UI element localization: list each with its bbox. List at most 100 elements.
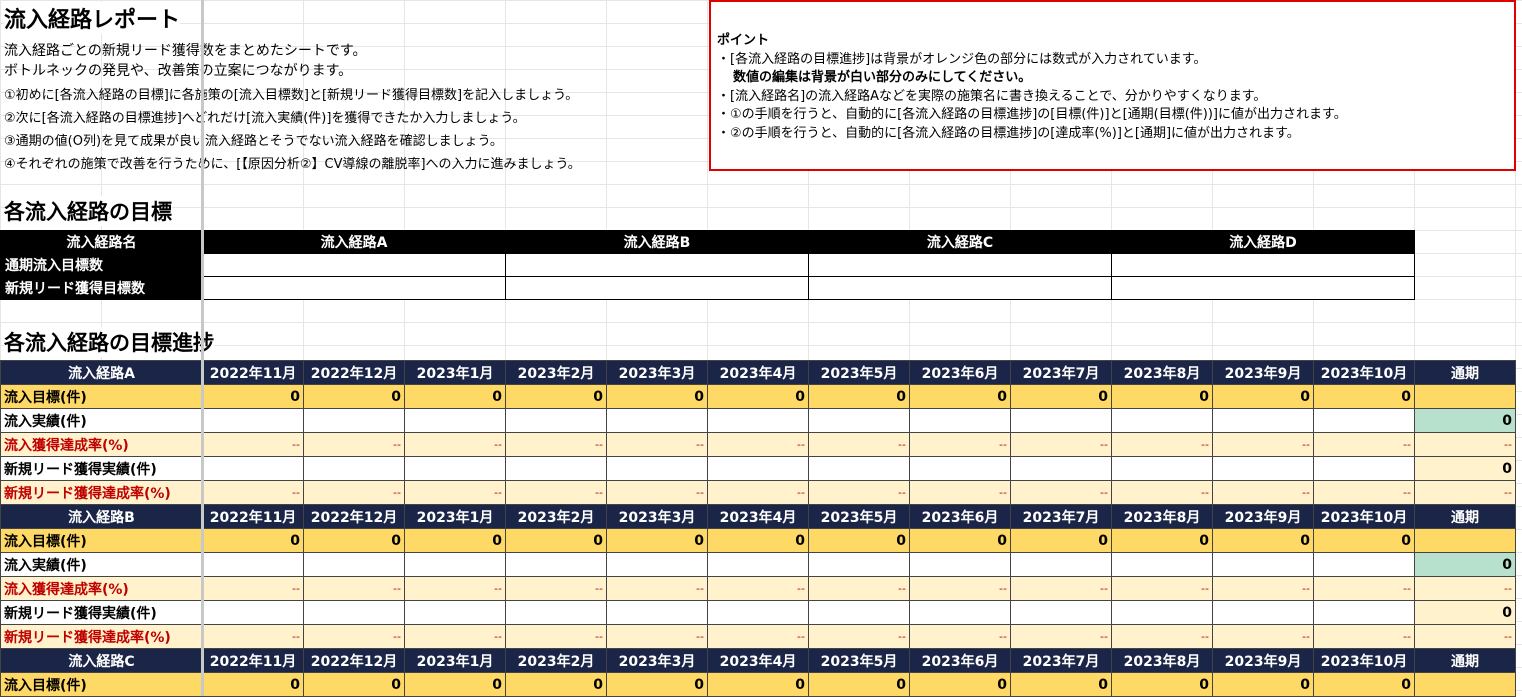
lead-value-cell[interactable]	[1010, 600, 1112, 625]
rate-value-cell[interactable]: --	[707, 432, 809, 457]
month-header-cell[interactable]: 2022年12月	[303, 360, 405, 385]
goal-inflow-cell[interactable]	[808, 253, 1112, 277]
actual-value-cell[interactable]	[606, 552, 708, 577]
actual-value-cell[interactable]	[303, 552, 405, 577]
target-value-cell[interactable]: 0	[303, 384, 405, 409]
target-value-cell[interactable]: 0	[606, 384, 708, 409]
goal-lead-cell[interactable]	[505, 276, 809, 300]
goal-header-label[interactable]: 流入経路名	[0, 230, 203, 254]
rate-value-cell[interactable]: --	[1313, 432, 1415, 457]
target-value-cell[interactable]: 0	[1111, 528, 1213, 553]
goal-inflow-cell[interactable]	[202, 253, 506, 277]
rate-value-cell[interactable]: --	[808, 480, 910, 505]
rate-value-cell[interactable]: --	[1414, 480, 1516, 505]
actual-value-cell[interactable]	[1111, 408, 1213, 433]
actual-value-cell[interactable]	[1111, 552, 1213, 577]
rate-value-cell[interactable]: --	[808, 576, 910, 601]
month-header-cell[interactable]: 2023年3月	[606, 648, 708, 673]
rate-value-cell[interactable]: --	[808, 432, 910, 457]
month-header-cell[interactable]: 2023年6月	[909, 360, 1011, 385]
actual-value-cell[interactable]	[1313, 552, 1415, 577]
rate-value-cell[interactable]: --	[1212, 576, 1314, 601]
target-value-cell[interactable]: 0	[505, 528, 607, 553]
goal-lead-cell[interactable]	[1111, 276, 1415, 300]
month-header-cell[interactable]: 2023年1月	[404, 360, 506, 385]
actual-value-cell[interactable]	[606, 408, 708, 433]
lead-value-cell[interactable]	[505, 600, 607, 625]
route-name-cell[interactable]: 流入経路C	[0, 648, 203, 673]
row-label-cell[interactable]: 新規リード獲得実績(件)	[0, 456, 203, 481]
rate-value-cell[interactable]: --	[202, 624, 304, 649]
actual-value-cell[interactable]	[909, 408, 1011, 433]
lead-value-cell[interactable]	[1111, 600, 1213, 625]
month-header-cell[interactable]: 2023年8月	[1111, 504, 1213, 529]
target-value-cell[interactable]: 0	[1212, 672, 1314, 697]
rate-value-cell[interactable]: --	[606, 624, 708, 649]
lead-value-cell[interactable]	[1313, 456, 1415, 481]
actual-value-cell[interactable]	[303, 408, 405, 433]
actual-value-cell[interactable]	[505, 408, 607, 433]
rate-value-cell[interactable]: --	[707, 576, 809, 601]
month-header-cell[interactable]: 2023年7月	[1010, 648, 1112, 673]
rate-value-cell[interactable]: --	[909, 432, 1011, 457]
target-value-cell[interactable]: 0	[909, 384, 1011, 409]
month-header-cell[interactable]: 2023年4月	[707, 504, 809, 529]
lead-value-cell[interactable]	[808, 600, 910, 625]
month-header-cell[interactable]: 2023年1月	[404, 504, 506, 529]
lead-value-cell[interactable]	[1010, 456, 1112, 481]
rate-value-cell[interactable]: --	[404, 624, 506, 649]
actual-value-cell[interactable]	[404, 408, 506, 433]
rate-value-cell[interactable]: --	[202, 576, 304, 601]
row-label-cell[interactable]: 流入目標(件)	[0, 672, 203, 697]
lead-value-cell[interactable]	[404, 456, 506, 481]
rate-value-cell[interactable]: --	[303, 576, 405, 601]
month-header-cell[interactable]: 2023年7月	[1010, 504, 1112, 529]
target-value-cell[interactable]	[1414, 672, 1516, 697]
total-header-cell[interactable]: 通期	[1414, 360, 1516, 385]
month-header-cell[interactable]: 2023年4月	[707, 648, 809, 673]
target-value-cell[interactable]: 0	[1010, 528, 1112, 553]
lead-value-cell[interactable]	[404, 600, 506, 625]
target-value-cell[interactable]: 0	[1111, 384, 1213, 409]
month-header-cell[interactable]: 2023年7月	[1010, 360, 1112, 385]
actual-value-cell[interactable]: 0	[1414, 408, 1516, 433]
rate-value-cell[interactable]: --	[909, 576, 1011, 601]
target-value-cell[interactable]: 0	[202, 672, 304, 697]
month-header-cell[interactable]: 2023年4月	[707, 360, 809, 385]
lead-value-cell[interactable]: 0	[1414, 456, 1516, 481]
lead-value-cell[interactable]	[808, 456, 910, 481]
month-header-cell[interactable]: 2023年6月	[909, 504, 1011, 529]
rate-value-cell[interactable]: --	[909, 624, 1011, 649]
actual-value-cell[interactable]	[1010, 408, 1112, 433]
month-header-cell[interactable]: 2022年12月	[303, 504, 405, 529]
month-header-cell[interactable]: 2023年10月	[1313, 360, 1415, 385]
frozen-column-divider[interactable]	[201, 0, 204, 696]
row-label-cell[interactable]: 流入獲得達成率(%)	[0, 432, 203, 457]
rate-value-cell[interactable]: --	[1313, 576, 1415, 601]
target-value-cell[interactable]: 0	[909, 528, 1011, 553]
target-value-cell[interactable]: 0	[1313, 384, 1415, 409]
lead-value-cell[interactable]: 0	[1414, 600, 1516, 625]
month-header-cell[interactable]: 2023年9月	[1212, 504, 1314, 529]
target-value-cell[interactable]	[1414, 384, 1516, 409]
month-header-cell[interactable]: 2023年5月	[808, 360, 910, 385]
row-label-cell[interactable]: 流入目標(件)	[0, 384, 203, 409]
rate-value-cell[interactable]: --	[1111, 480, 1213, 505]
rate-value-cell[interactable]: --	[505, 480, 607, 505]
row-label-cell[interactable]: 流入実績(件)	[0, 408, 203, 433]
month-header-cell[interactable]: 2023年6月	[909, 648, 1011, 673]
target-value-cell[interactable]: 0	[606, 672, 708, 697]
month-header-cell[interactable]: 2023年2月	[505, 504, 607, 529]
target-value-cell[interactable]: 0	[808, 672, 910, 697]
target-value-cell[interactable]: 0	[1313, 672, 1415, 697]
target-value-cell[interactable]: 0	[1010, 672, 1112, 697]
target-value-cell[interactable]: 0	[505, 672, 607, 697]
total-header-cell[interactable]: 通期	[1414, 504, 1516, 529]
goal-route-d[interactable]: 流入経路D	[1111, 230, 1415, 254]
target-value-cell[interactable]: 0	[1111, 672, 1213, 697]
row-label-cell[interactable]: 流入獲得達成率(%)	[0, 576, 203, 601]
rate-value-cell[interactable]: --	[707, 624, 809, 649]
goal-route-a[interactable]: 流入経路A	[202, 230, 506, 254]
actual-value-cell[interactable]	[404, 552, 506, 577]
target-value-cell[interactable]: 0	[303, 672, 405, 697]
